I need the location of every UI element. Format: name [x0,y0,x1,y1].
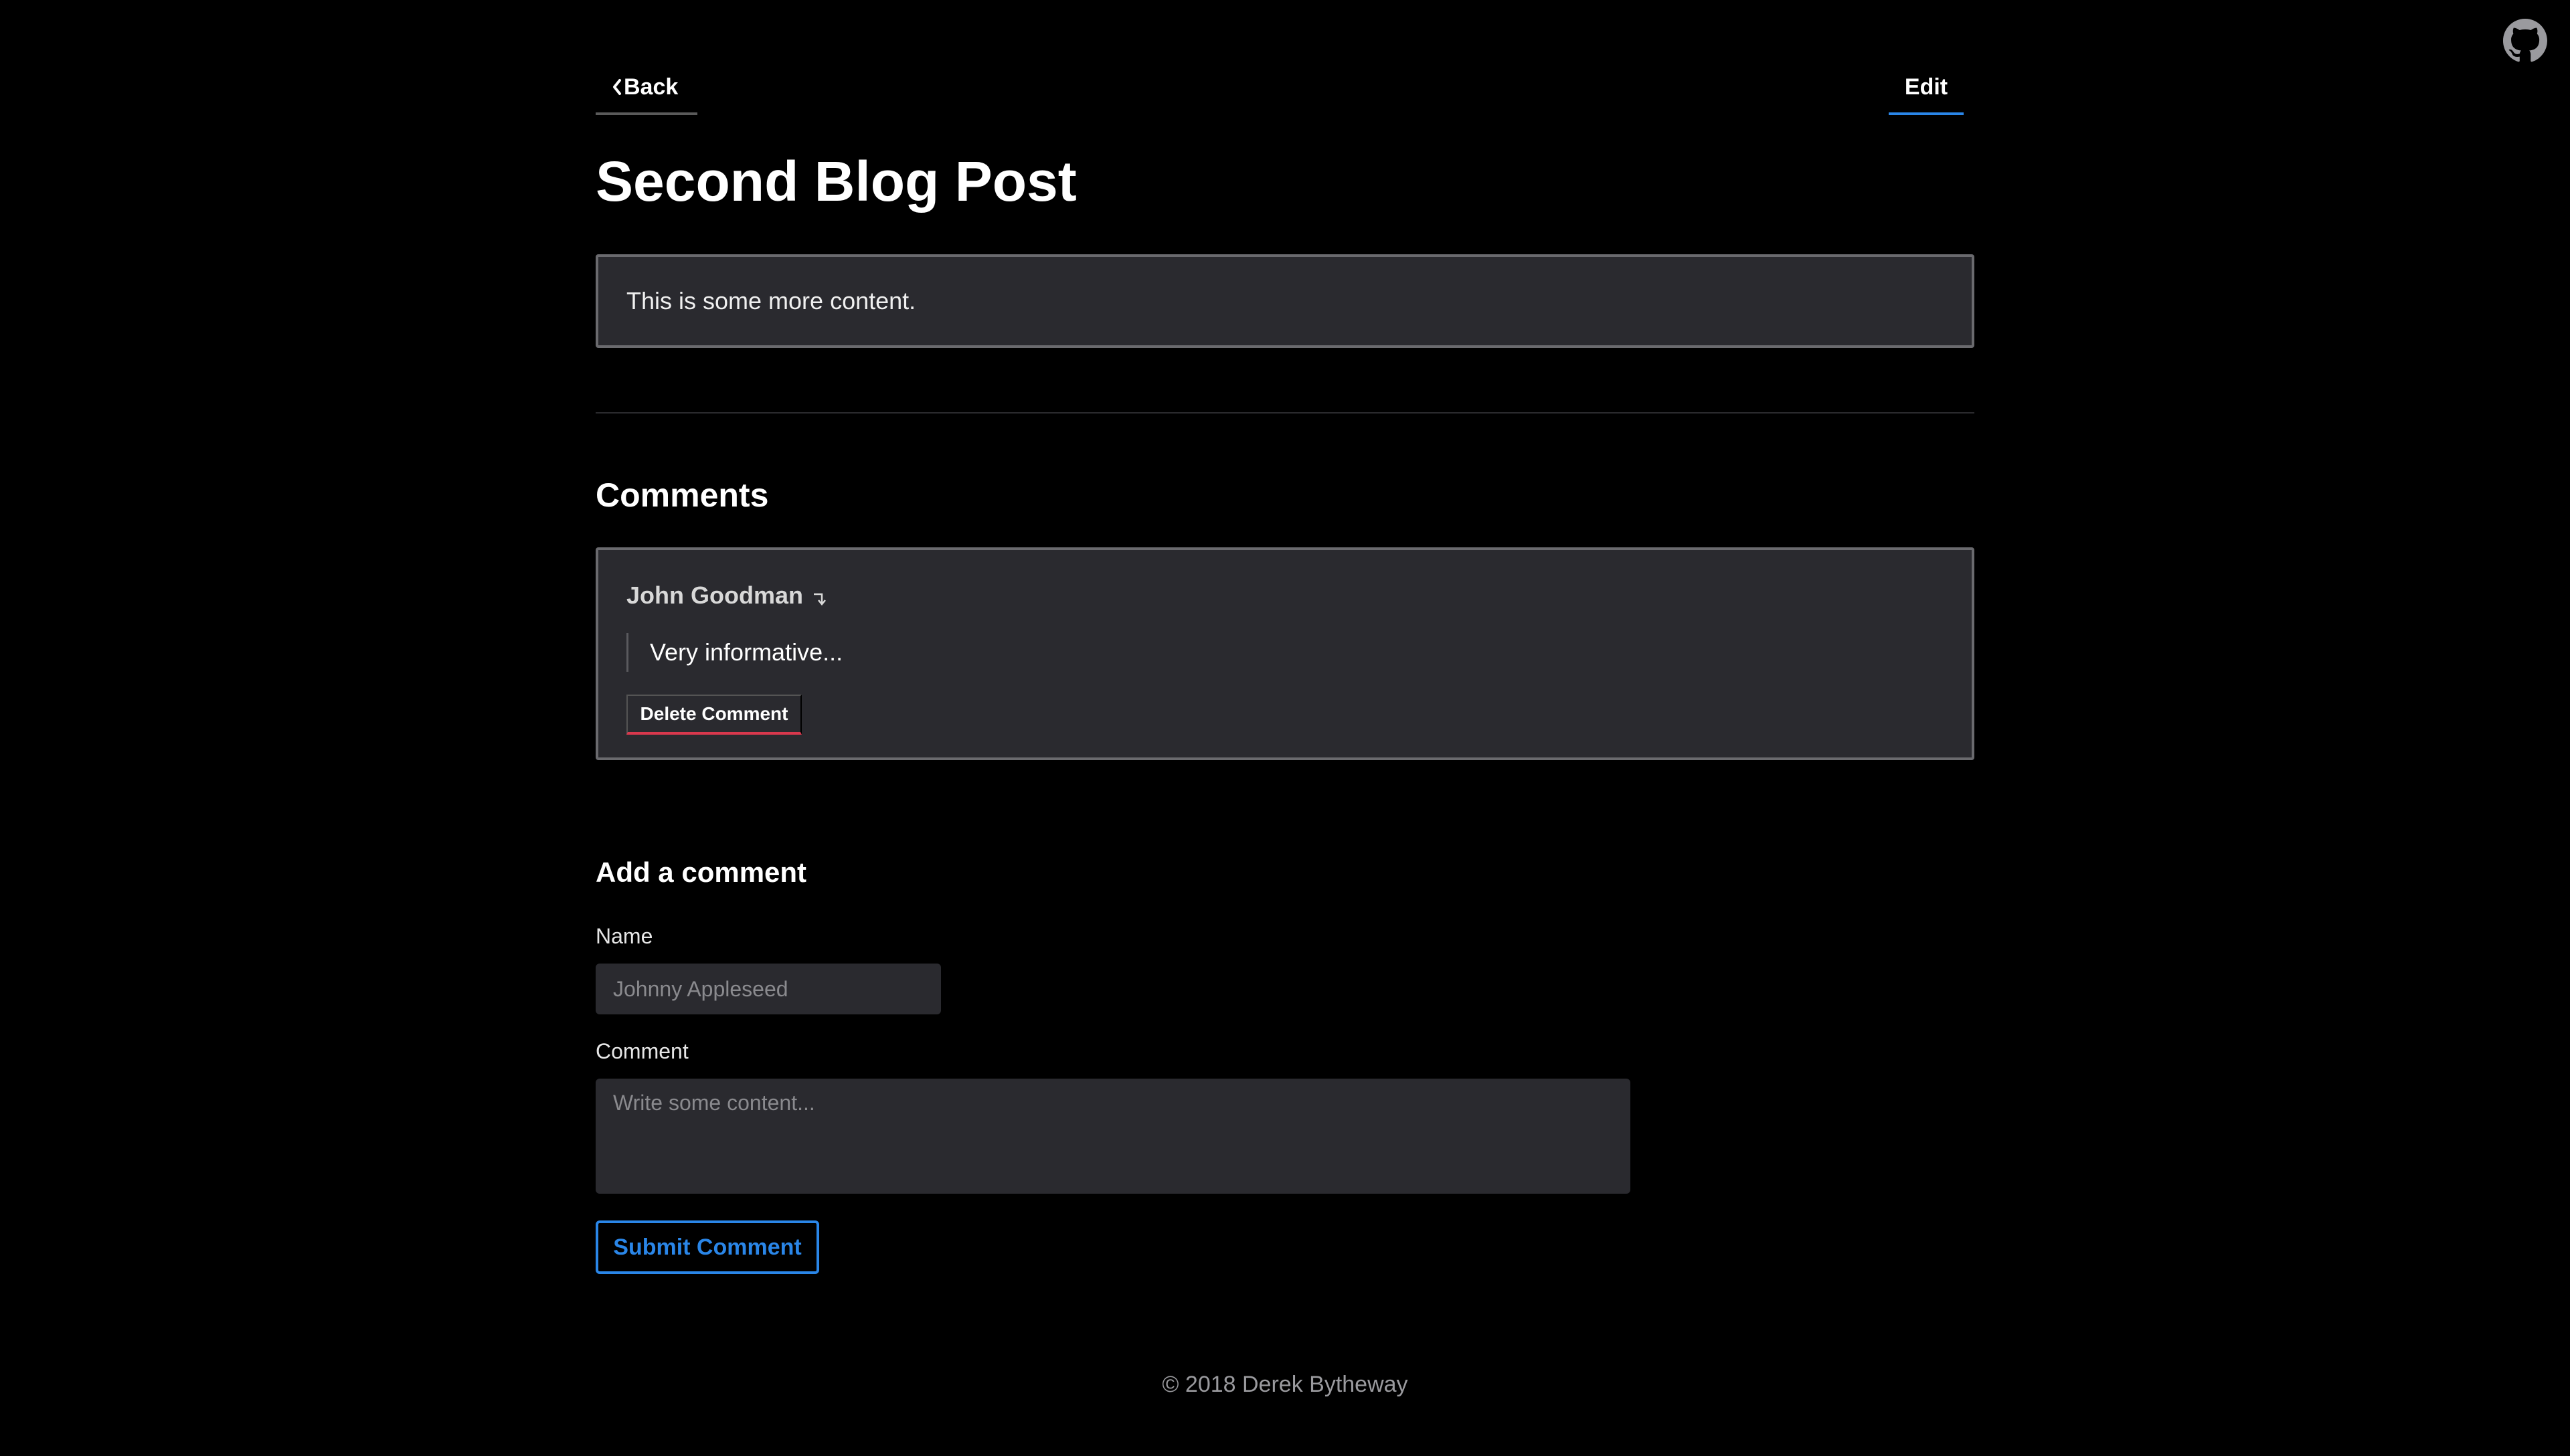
delete-comment-button[interactable]: Delete Comment [626,695,802,735]
footer-copyright: © 2018 Derek Bytheway [1162,1372,1408,1397]
main-container: Back Edit Second Blog Post This is some … [596,0,1974,1274]
reply-arrow-icon [814,593,826,606]
github-link[interactable] [2503,19,2547,63]
submit-comment-button[interactable]: Submit Comment [596,1220,819,1274]
section-divider [596,412,1974,414]
post-title: Second Blog Post [596,150,1077,213]
github-icon [2503,19,2547,62]
comment-textarea[interactable] [596,1079,1630,1194]
add-comment-heading: Add a comment [596,856,807,888]
back-link[interactable]: Back [596,71,697,115]
comment-text: Very informative... [626,633,843,672]
post-content: This is some more content. [596,254,1974,348]
name-input[interactable] [596,964,941,1014]
page: Back Edit Second Blog Post This is some … [0,0,2570,1456]
comment-author[interactable]: John Goodman [626,579,826,612]
comment-card: John Goodman Very informative... Delete … [596,547,1974,760]
name-label: Name [596,924,653,948]
comment-label: Comment [596,1039,689,1063]
comment-author-name: John Goodman [626,581,803,609]
chevron-left-icon [613,79,621,95]
back-label: Back [624,74,679,100]
comments-heading: Comments [596,476,769,514]
top-nav: Back Edit [596,0,1974,118]
edit-link[interactable]: Edit [1889,71,1964,115]
